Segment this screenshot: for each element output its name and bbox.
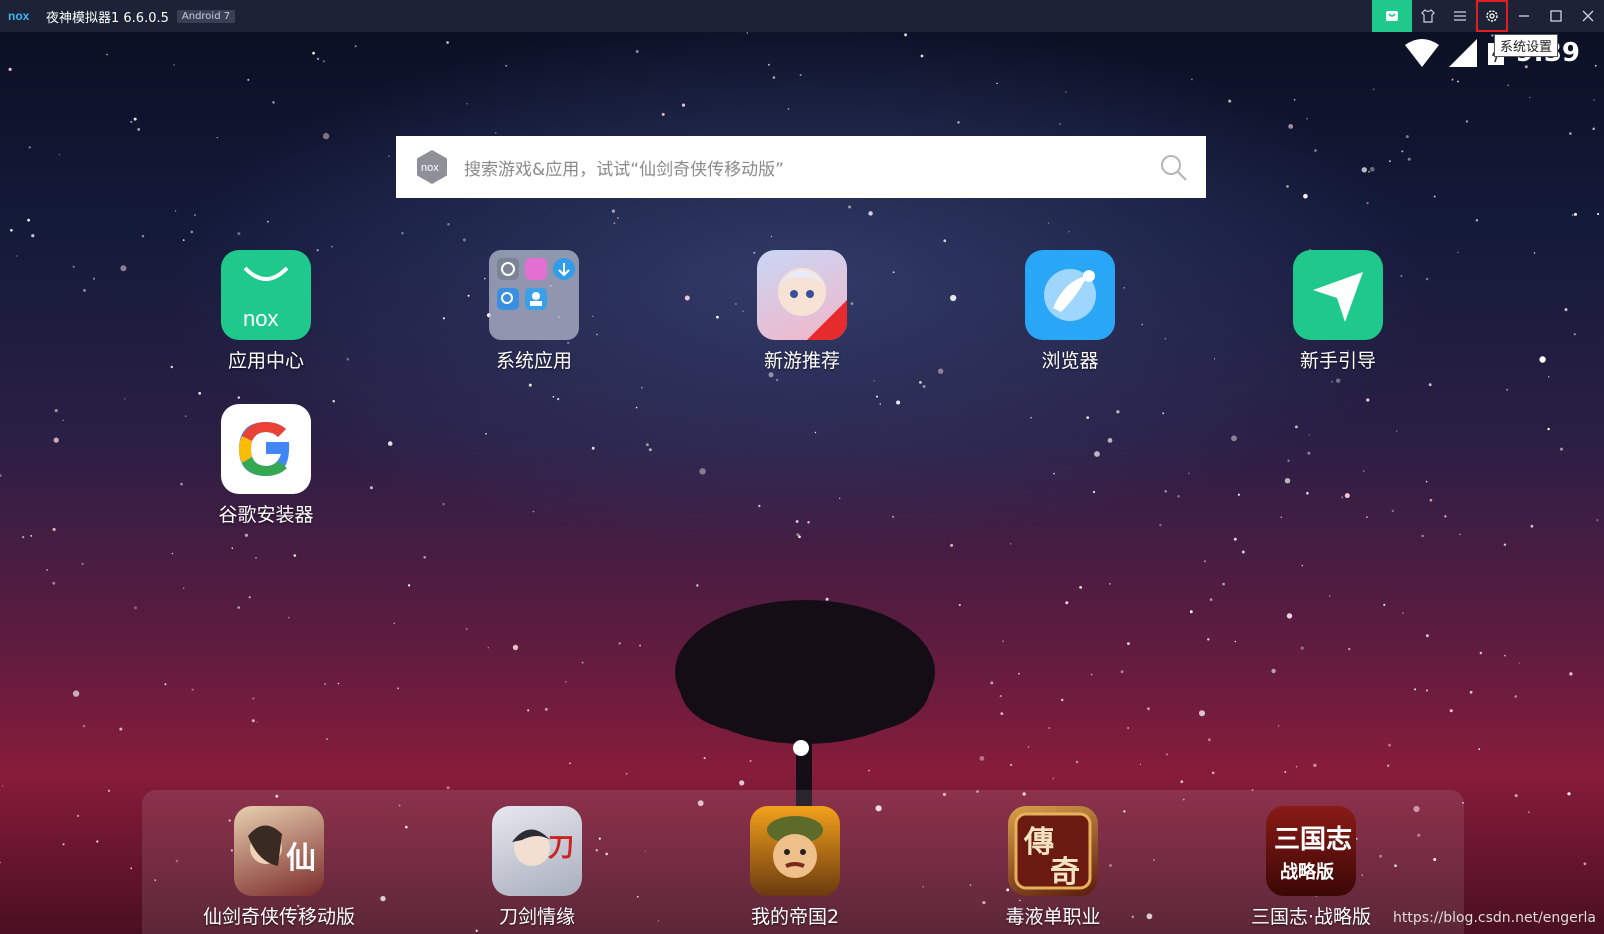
app-google-installer[interactable]: 谷歌安装器	[191, 404, 341, 527]
skin-icon	[1421, 9, 1435, 23]
svg-text:nox: nox	[421, 162, 439, 174]
wifi-icon	[1405, 39, 1440, 67]
android-home-screen: 9:39 nox 搜索游戏&应用，试试“仙剑奇侠传移动版” nox 应用中心	[0, 32, 1604, 934]
skin-button[interactable]	[1412, 0, 1444, 32]
svg-text:战略版: 战略版	[1280, 861, 1334, 883]
signal-icon	[1449, 39, 1478, 67]
chuanqi-icon: 傳奇	[1008, 806, 1098, 896]
dock-app-sanguozhi[interactable]: 三国志战略版 三国志·战略版	[1231, 806, 1391, 929]
watermark: https://blog.csdn.net/engerla	[1393, 910, 1596, 926]
app-label: 应用中心	[227, 350, 304, 372]
app-guide[interactable]: 新手引导	[1263, 250, 1413, 373]
app-system-apps[interactable]: 系统应用	[459, 250, 609, 373]
app-label: 谷歌安装器	[218, 504, 314, 526]
search-placeholder: 搜索游戏&应用，试试“仙剑奇侠传移动版”	[464, 159, 784, 180]
new-games-icon	[757, 250, 847, 340]
maximize-button[interactable]	[1540, 0, 1572, 32]
minimize-button[interactable]	[1508, 0, 1540, 32]
nox-app-center-icon: nox	[221, 250, 311, 340]
nox-search-logo-icon: nox	[417, 150, 447, 184]
dock-app-chuanqi[interactable]: 傳奇 毒液单职业	[973, 806, 1133, 929]
sanguozhi-icon: 三国志战略版	[1266, 806, 1356, 896]
svg-text:奇: 奇	[1050, 855, 1080, 890]
android-version-badge: Android 7	[176, 9, 236, 23]
daojian-icon: 刀	[492, 806, 582, 896]
title-bar: nox 夜神模拟器1 6.6.0.5 Android 7	[0, 0, 1604, 32]
system-apps-folder-icon	[489, 250, 579, 340]
store-button[interactable]	[1372, 0, 1412, 32]
dock-app-daojian[interactable]: 刀 刀剑情缘	[457, 806, 617, 929]
page-indicator[interactable]	[793, 740, 809, 756]
nox-logo: nox	[8, 9, 30, 23]
svg-text:三国志: 三国志	[1274, 825, 1352, 855]
guide-icon	[1293, 250, 1383, 340]
browser-icon	[1025, 250, 1115, 340]
app-browser[interactable]: 浏览器	[995, 250, 1145, 373]
dock-app-xianjian[interactable]: 仙 仙剑奇侠传移动版	[199, 806, 359, 929]
svg-text:nox: nox	[243, 306, 278, 331]
menu-icon	[1454, 11, 1466, 21]
tree-silhouette	[675, 600, 935, 812]
app-label: 仙剑奇侠传移动版	[202, 906, 355, 928]
store-icon	[1386, 11, 1398, 21]
minimize-icon	[1519, 15, 1529, 17]
app-label: 我的帝国2	[750, 906, 840, 928]
app-app-center[interactable]: nox 应用中心	[191, 250, 341, 373]
app-label: 浏览器	[1041, 350, 1099, 372]
app-label: 新游推荐	[763, 350, 840, 372]
maximize-icon	[1550, 10, 1562, 22]
app-new-games[interactable]: 新游推荐	[727, 250, 877, 373]
svg-text:nox: nox	[8, 9, 30, 23]
svg-text:刀: 刀	[548, 833, 574, 863]
app-label: 新手引导	[1299, 350, 1376, 372]
app-label: 三国志·战略版	[1250, 906, 1372, 928]
settings-tooltip: 系统设置	[1494, 34, 1559, 57]
app-label: 系统应用	[495, 350, 572, 372]
app-label: 刀剑情缘	[498, 906, 575, 928]
close-button[interactable]	[1572, 0, 1604, 32]
xianjian-icon: 仙	[234, 806, 324, 896]
dock-app-my-empire[interactable]: 我的帝国2	[715, 806, 875, 929]
close-icon	[1582, 10, 1594, 22]
window-title: 夜神模拟器1 6.6.0.5	[46, 10, 169, 26]
menu-button[interactable]	[1444, 0, 1476, 32]
svg-text:仙: 仙	[286, 841, 316, 876]
search-icon[interactable]	[1158, 152, 1188, 182]
settings-icon	[1486, 10, 1498, 22]
google-installer-icon	[221, 404, 311, 494]
search-bar[interactable]: nox 搜索游戏&应用，试试“仙剑奇侠传移动版”	[396, 136, 1206, 198]
app-label: 毒液单职业	[1005, 906, 1101, 928]
my-empire-icon	[750, 806, 840, 896]
settings-button[interactable]	[1476, 0, 1508, 32]
